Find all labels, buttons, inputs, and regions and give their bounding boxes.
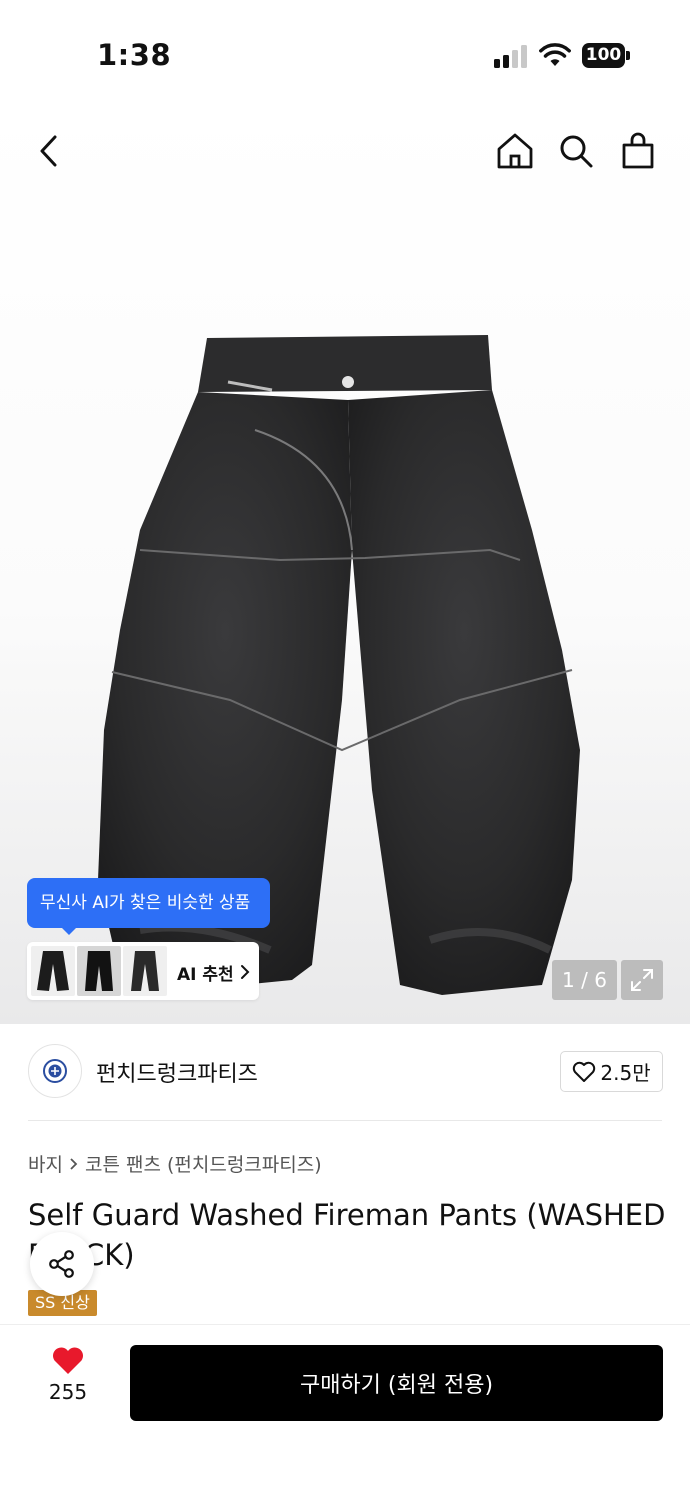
buy-button[interactable]: 구매하기 (회원 전용) — [130, 1345, 663, 1421]
search-icon — [560, 135, 593, 168]
top-nav — [0, 100, 690, 200]
chevron-right-icon — [70, 1157, 78, 1170]
brand-logo[interactable] — [28, 1044, 82, 1098]
brand-row[interactable]: 펀치드렁크파티즈 2.5만 — [0, 1024, 690, 1120]
brand-name[interactable]: 펀치드렁크파티즈 — [96, 1056, 258, 1088]
battery-level: 100 — [582, 43, 625, 68]
ai-tooltip: 무신사 AI가 찾은 비슷한 상품 — [27, 878, 270, 928]
share-button[interactable] — [30, 1232, 94, 1296]
breadcrumb-category[interactable]: 바지 — [28, 1150, 63, 1177]
brand-like-count: 2.5만 — [600, 1061, 651, 1085]
ai-recommend-button[interactable]: AI 추천 — [27, 942, 259, 1000]
chevron-right-icon — [241, 965, 250, 979]
cart-button[interactable] — [615, 128, 661, 174]
wifi-icon — [539, 43, 571, 66]
share-icon — [49, 1250, 74, 1278]
brand-like-button[interactable]: 2.5만 — [560, 1051, 663, 1092]
home-icon — [497, 133, 533, 169]
home-button[interactable] — [492, 128, 538, 174]
battery-icon: 100 — [582, 43, 630, 68]
search-button[interactable] — [553, 128, 599, 174]
expand-icon — [631, 969, 653, 991]
wish-count: 255 — [48, 1380, 88, 1404]
product-title: Self Guard Washed Fireman Pants (WASHED … — [28, 1198, 666, 1272]
breadcrumb: 바지 코튼 팬츠 (펀치드렁크파티즈) — [28, 1150, 322, 1177]
ai-tooltip-tail — [60, 926, 78, 935]
ai-thumbnail — [77, 946, 121, 996]
expand-button[interactable] — [621, 960, 663, 1000]
chevron-left-icon — [40, 135, 57, 167]
brand-logo-icon — [43, 1059, 67, 1083]
divider — [28, 1120, 662, 1121]
image-counter: 1 / 6 — [552, 960, 617, 1000]
breadcrumb-subcategory[interactable]: 코튼 팬츠 (펀치드렁크파티즈) — [85, 1150, 322, 1177]
heart-icon — [52, 1347, 84, 1374]
ai-thumbnail — [31, 946, 75, 996]
status-time: 1:38 — [97, 38, 172, 72]
wish-button[interactable]: 255 — [40, 1346, 96, 1404]
ai-thumbnail — [123, 946, 167, 996]
cellular-signal-icon — [494, 44, 530, 68]
heart-outline-icon — [573, 1061, 596, 1082]
ai-recommend-label: AI 추천 — [177, 965, 234, 985]
status-bar: 1:38 100 — [0, 0, 690, 100]
back-button[interactable] — [26, 128, 72, 174]
shopping-bag-icon — [622, 132, 654, 169]
